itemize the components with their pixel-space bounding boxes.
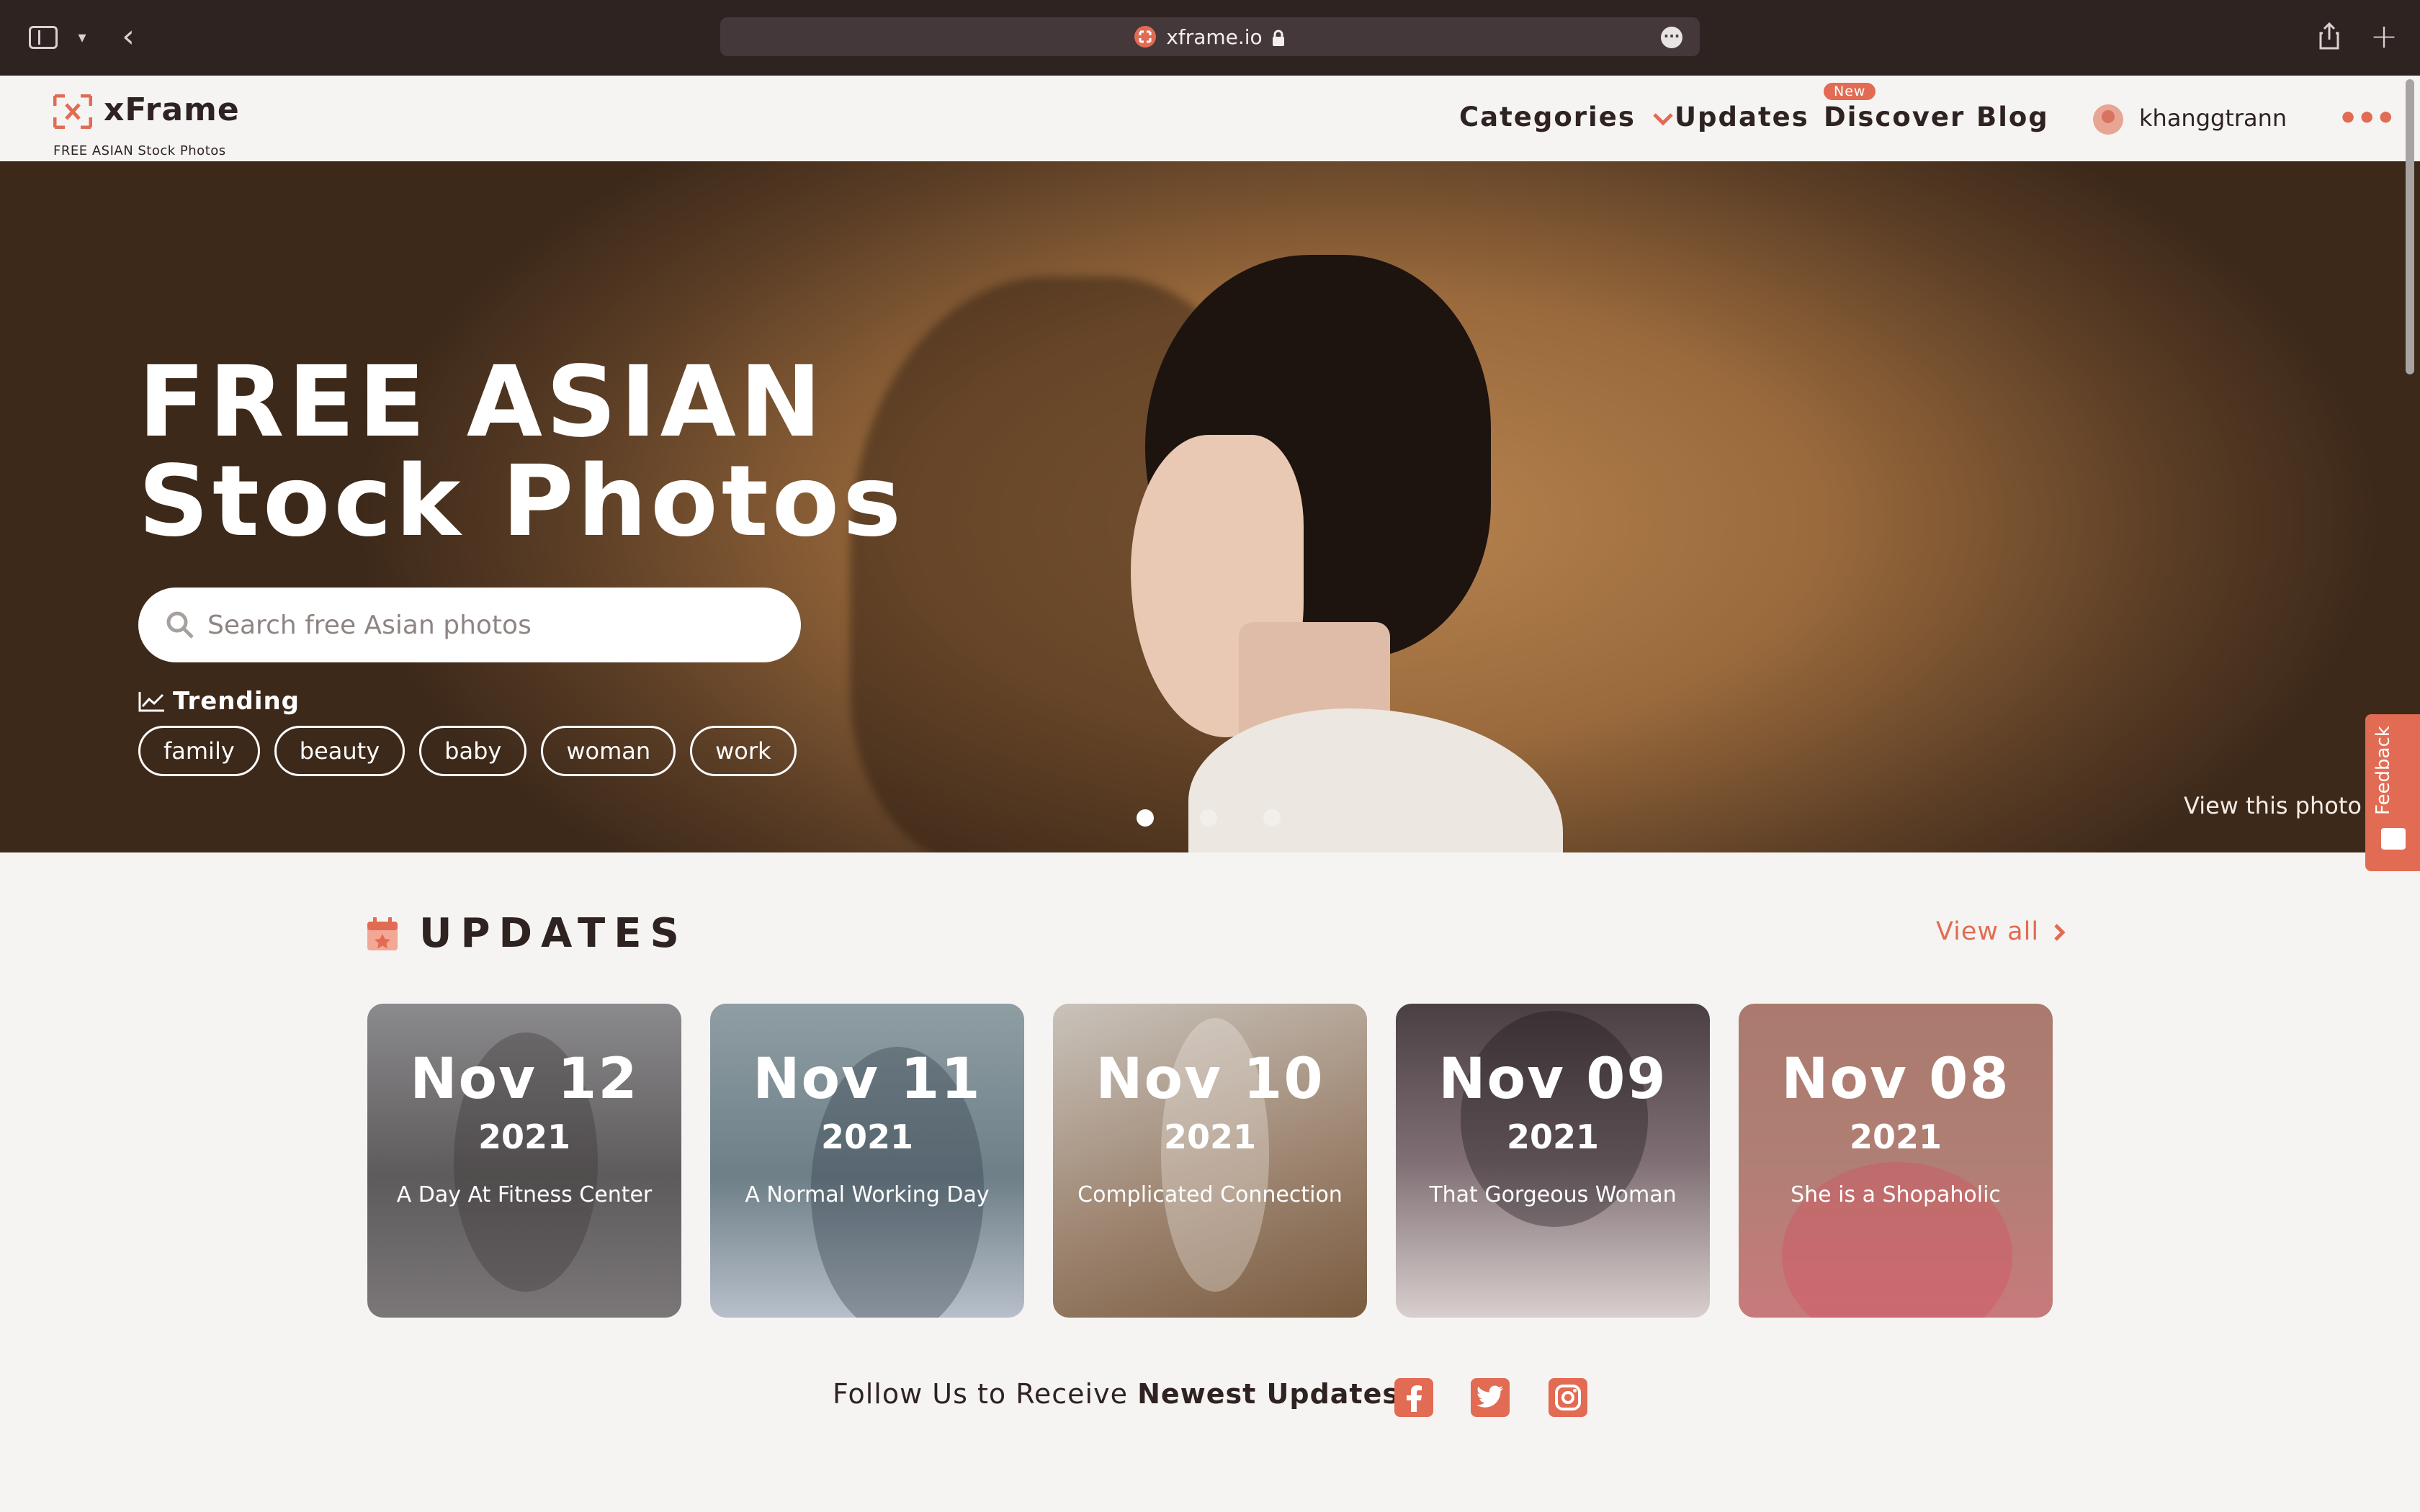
hero-title-line1: FREE ASIAN: [138, 346, 825, 459]
update-card[interactable]: Nov 11 2021 A Normal Working Day: [710, 1004, 1024, 1318]
page-scrollbar[interactable]: [2406, 79, 2414, 374]
carousel-dot[interactable]: [1137, 809, 1154, 827]
updates-title: UPDATES: [419, 910, 688, 957]
trending-tags: family beauty baby woman work: [138, 726, 797, 776]
card-caption: Complicated Connection: [1077, 1182, 1343, 1207]
view-all-link[interactable]: View all: [1936, 917, 2066, 946]
card-date: Nov 08: [1781, 1047, 2010, 1112]
calendar-icon: [366, 916, 399, 952]
tag-woman[interactable]: woman: [541, 726, 676, 776]
card-year: 2021: [1506, 1117, 1600, 1156]
card-date: Nov 09: [1438, 1047, 1667, 1112]
username[interactable]: khanggtrann: [2139, 104, 2287, 132]
nav-discover[interactable]: Discover: [1824, 102, 1965, 132]
back-icon[interactable]: ‹: [115, 18, 141, 55]
site-name: xFrame: [104, 91, 240, 128]
view-all-label: View all: [1936, 917, 2040, 946]
trending-label: Trending: [173, 687, 300, 716]
instagram-icon[interactable]: [1549, 1378, 1587, 1417]
card-year: 2021: [1849, 1117, 1942, 1156]
card-caption: She is a Shopaholic: [1791, 1182, 2001, 1207]
search-box[interactable]: [138, 588, 801, 662]
card-caption: That Gorgeous Woman: [1429, 1182, 1677, 1207]
lock-icon: [1271, 28, 1286, 46]
card-date: Nov 10: [1095, 1047, 1325, 1112]
update-cards: Nov 12 2021 A Day At Fitness Center Nov …: [367, 1004, 2053, 1318]
facebook-icon[interactable]: [1394, 1378, 1433, 1417]
carousel-dot[interactable]: [1200, 809, 1217, 827]
follow-bold: Newest Updates!: [1137, 1378, 1413, 1410]
updates-heading: UPDATES: [366, 910, 688, 957]
new-tab-icon[interactable]: +: [2370, 17, 2398, 55]
site-tagline: FREE ASIAN Stock Photos: [53, 143, 226, 158]
update-card[interactable]: Nov 12 2021 A Day At Fitness Center: [367, 1004, 681, 1318]
site-header: xFrame FREE ASIAN Stock Photos Categorie…: [0, 76, 2420, 161]
hero-title: FREE ASIAN Stock Photos: [138, 353, 905, 552]
update-card[interactable]: Nov 10 2021 Complicated Connection: [1053, 1004, 1367, 1318]
nav-categories-label: Categories: [1459, 102, 1636, 132]
update-card[interactable]: Nov 08 2021 She is a Shopaholic: [1739, 1004, 2053, 1318]
chevron-down-icon[interactable]: ▾: [72, 27, 92, 48]
chevron-right-icon: [2054, 924, 2066, 941]
tag-baby[interactable]: baby: [419, 726, 527, 776]
address-text: xframe.io: [1166, 24, 1263, 49]
trending-chart-icon: [138, 692, 164, 712]
card-date: Nov 12: [410, 1047, 639, 1112]
follow-text: Follow Us to Receive Newest Updates!: [833, 1378, 1412, 1410]
follow-prefix: Follow Us to Receive: [833, 1378, 1128, 1410]
more-options-icon[interactable]: •••: [2338, 100, 2396, 137]
tag-work[interactable]: work: [690, 726, 797, 776]
new-badge: New: [1824, 83, 1876, 100]
sidebar-toggle-icon[interactable]: [29, 26, 58, 49]
tag-beauty[interactable]: beauty: [274, 726, 405, 776]
avatar[interactable]: [2093, 104, 2123, 135]
xframe-logo-icon: [53, 94, 92, 129]
twitter-icon[interactable]: [1471, 1378, 1510, 1417]
nav-blog[interactable]: Blog: [1976, 102, 2049, 132]
card-year: 2021: [820, 1117, 914, 1156]
tag-family[interactable]: family: [138, 726, 260, 776]
card-caption: A Normal Working Day: [745, 1182, 990, 1207]
card-caption: A Day At Fitness Center: [396, 1182, 653, 1207]
search-input[interactable]: [207, 610, 755, 640]
nav-categories[interactable]: Categories: [1459, 102, 1674, 132]
browser-toolbar: ▾ ‹ xframe.io ··· +: [0, 0, 2420, 76]
update-card[interactable]: Nov 09 2021 That Gorgeous Woman: [1396, 1004, 1710, 1318]
carousel-dots: [1137, 809, 1281, 827]
card-year: 2021: [478, 1117, 571, 1156]
nav-updates[interactable]: Updates: [1675, 102, 1809, 132]
feedback-chat-icon: [2381, 828, 2406, 850]
feedback-label: Feedback: [2372, 726, 2394, 815]
trending-heading: Trending: [138, 687, 300, 716]
hero-title-line2: Stock Photos: [138, 445, 905, 559]
address-bar[interactable]: xframe.io ···: [720, 17, 1700, 56]
hero-photo-shirt: [1188, 708, 1563, 852]
view-photo-link[interactable]: View this photo: [2184, 792, 2362, 819]
site-favicon-icon: [1134, 26, 1157, 48]
card-year: 2021: [1163, 1117, 1257, 1156]
feedback-tab[interactable]: Feedback: [2365, 714, 2420, 871]
hero-banner: FREE ASIAN Stock Photos Trending family …: [0, 161, 2420, 852]
chevron-down-icon: [1652, 112, 1673, 126]
card-date: Nov 11: [753, 1047, 982, 1112]
carousel-dot[interactable]: [1263, 809, 1281, 827]
search-icon: [164, 609, 196, 641]
page-options-icon[interactable]: ···: [1661, 27, 1682, 48]
share-icon[interactable]: [2316, 20, 2342, 52]
